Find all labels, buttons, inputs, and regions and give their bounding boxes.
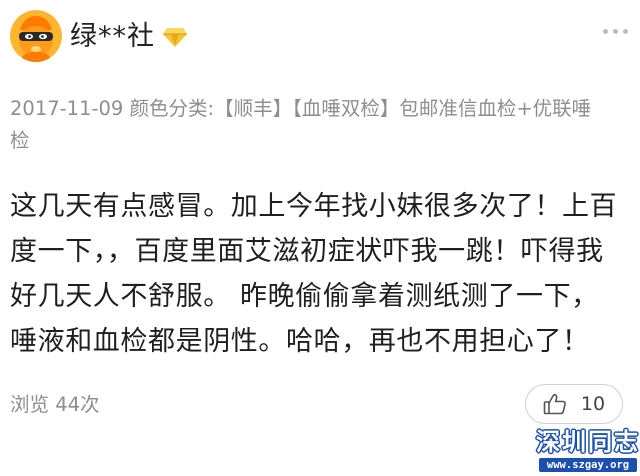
username[interactable]: 绿**社 [70,20,155,54]
watermark-url: www.szgay.org [539,458,637,472]
like-button[interactable]: 10 [525,384,623,424]
thumbs-up-icon [543,393,567,415]
like-count: 10 [580,393,606,415]
more-dot [613,28,618,34]
watermark-title: 深圳同志 [536,427,640,456]
review-content: 这几天有点感冒。加上今年找小妹很多次了！上百度一下，，百度里面艾滋初症状吓我一跳… [10,191,618,357]
review-header: 绿**社 [0,0,640,80]
user-avatar[interactable] [10,10,62,62]
more-dot [603,28,608,34]
gold-diamond-icon [162,26,188,48]
view-count: 浏览 44次 [10,393,100,416]
site-watermark: 深圳同志 www.szgay.org [536,428,640,476]
more-dots-icon[interactable] [602,26,628,36]
product-variant-meta: 2017-11-09 颜色分类:【顺丰】【血唾双检】包邮准信血检+优联唾检 [10,97,592,152]
masked-character-avatar-icon [10,10,62,62]
more-dot [623,28,628,34]
